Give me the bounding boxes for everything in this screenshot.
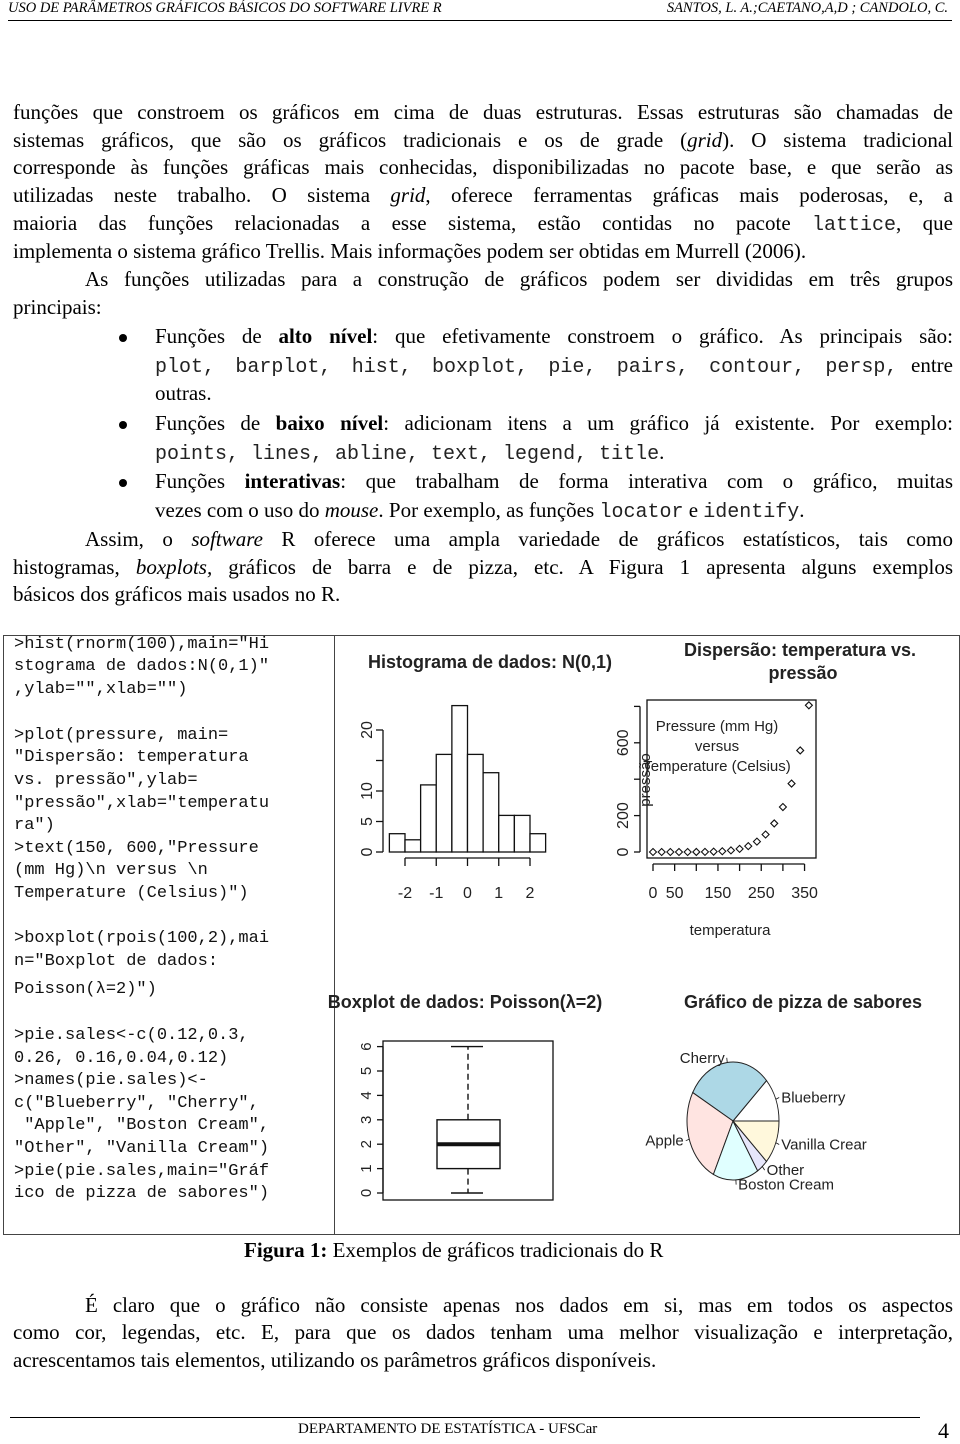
pie-label-leader [776,1098,779,1100]
x-tick-label: 1 [494,885,503,902]
data-point [719,848,726,855]
pie-label: Blueberry [781,1090,846,1107]
y-tick-label: 0 [358,1189,375,1197]
data-point [701,848,708,855]
x-tick-label: 2 [526,885,535,902]
page-number: 4 [938,1418,949,1444]
pie-label: Vanilla Crear [781,1136,867,1153]
text-run: como cor, legendas, etc. E, para que os … [13,1320,953,1344]
figure-charts: Histograma de dados: N(0,1)051020-2-1012… [0,0,960,1440]
chart-title: pressão [768,663,837,683]
data-point [727,847,734,854]
data-point [771,820,778,827]
pie-label-leader [776,1143,779,1145]
y-tick-label: 5 [359,817,376,826]
x-tick-label: 0 [649,885,658,902]
y-tick-label: 10 [359,782,376,800]
histogram-bar [405,840,421,852]
histogram-bar [436,754,452,852]
data-point [650,848,657,855]
figure-caption: Figura 1: Exemplos de gráficos tradicion… [244,1238,663,1262]
pie-label: Other [767,1162,805,1179]
x-tick-label: 250 [748,885,775,902]
histogram-bar [483,773,499,852]
chart-title: Boxplot de dados: Poisson(λ=2) [328,992,603,1012]
annotation-text: versus [695,738,739,755]
y-tick-label: 2 [358,1140,375,1148]
x-tick-label: -2 [398,885,412,902]
data-point [797,747,804,754]
data-point [736,845,743,852]
x-axis-label: temperatura [690,922,772,939]
text-run: É claro que o gráfico não consiste apena… [85,1293,953,1317]
x-tick-label: -1 [429,885,443,902]
data-point [667,848,674,855]
histogram-bar [421,785,437,852]
data-point [693,848,700,855]
x-tick-label: 0 [463,885,472,902]
y-tick-label: 5 [358,1067,375,1075]
y-tick-label: 0 [359,847,376,856]
pie-label-leader [686,1139,689,1140]
data-point [745,843,752,850]
pie-label: Boston Cream [738,1177,834,1194]
x-tick-label: 50 [666,885,684,902]
body-line: acrescentamos tais elementos, utilizando… [13,1348,656,1372]
y-tick-label: 6 [358,1042,375,1050]
histogram-bar [499,815,515,852]
body-line: É claro que o gráfico não consiste apena… [85,1293,953,1317]
data-point [779,804,786,811]
y-tick-label: 0 [615,847,632,856]
pie-label: Cherry [680,1050,726,1067]
y-tick-label: 1 [358,1164,375,1172]
data-point [658,848,665,855]
data-point [710,848,717,855]
data-point [684,848,691,855]
data-point [805,702,812,709]
x-tick-label: 150 [705,885,732,902]
x-tick-label: 350 [791,885,818,902]
caption-text: Exemplos de gráficos tradicionais do R [327,1238,663,1262]
annotation-text: Pressure (mm Hg) [656,718,779,735]
data-point [675,848,682,855]
data-point [762,831,769,838]
pie-label: Apple [645,1133,683,1150]
footer-department: DEPARTAMENTO DE ESTATÍSTICA - UFSCar [298,1421,597,1438]
footer-rule [10,1417,920,1418]
chart-title: Gráfico de pizza de sabores [684,992,922,1012]
annotation-text: Temperature (Celsius) [643,758,791,775]
y-tick-label: 200 [615,802,632,829]
pie-label-leader [762,1166,764,1170]
body-line: como cor, legendas, etc. E, para que os … [13,1320,953,1344]
histogram-bar [389,834,405,852]
data-point [753,838,760,845]
histogram-bar [530,834,546,852]
chart-title: Histograma de dados: N(0,1) [368,652,612,672]
y-tick-label: 4 [358,1091,375,1099]
data-point [788,780,795,787]
y-tick-label: 3 [358,1116,375,1124]
histogram-bar [452,706,468,852]
chart-title: Dispersão: temperatura vs. [684,640,916,660]
y-tick-label: 600 [615,729,632,756]
caption-label: Figura 1: [244,1238,327,1262]
text-run: acrescentamos tais elementos, utilizando… [13,1348,656,1372]
histogram-bar [514,815,530,852]
y-tick-label: 20 [359,721,376,739]
histogram-bar [468,754,484,852]
